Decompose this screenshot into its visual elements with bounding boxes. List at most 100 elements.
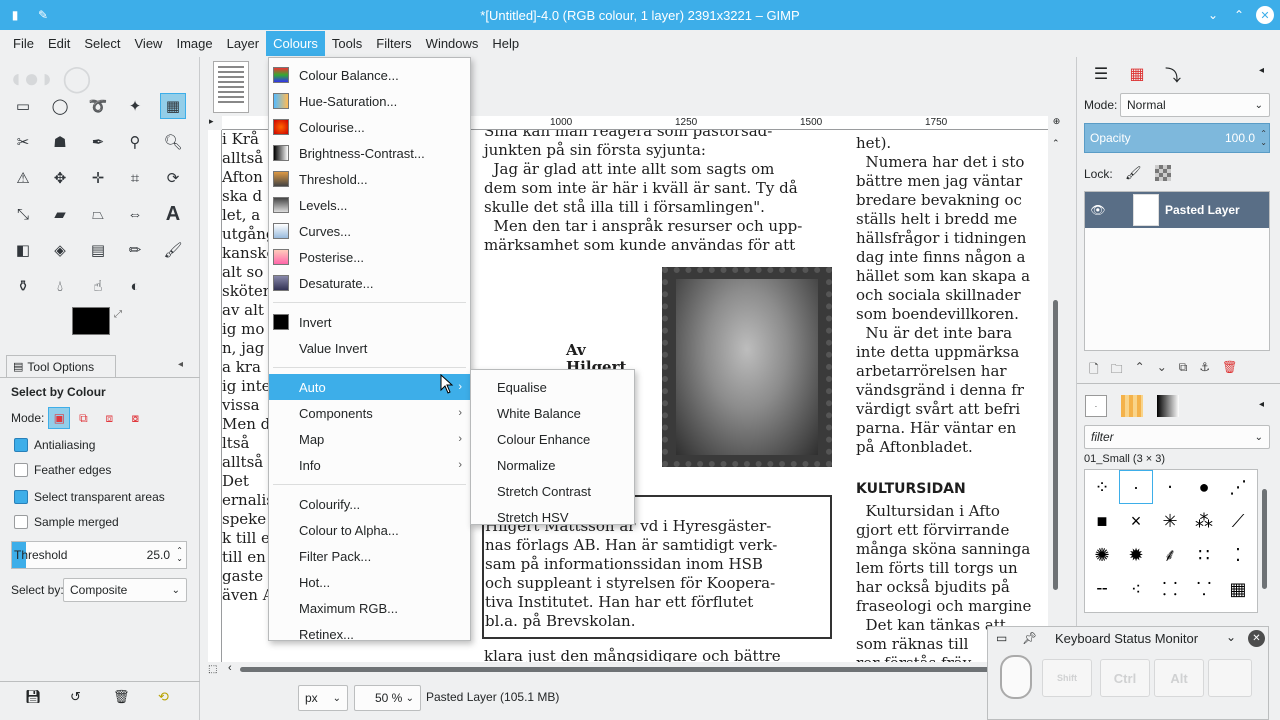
brush-18-icon[interactable]: ⸬ <box>1153 572 1187 606</box>
brush-2-icon[interactable]: · <box>1119 470 1153 504</box>
menu-item-levels[interactable]: Levels... <box>269 192 470 218</box>
paths-tab-icon[interactable]: ⤵ <box>1157 61 1189 87</box>
ellipse-select-icon[interactable]: ◯ <box>47 93 73 119</box>
brush-6-icon[interactable]: ■ <box>1085 504 1119 538</box>
mode-intersect-icon[interactable]: ⧇ <box>122 411 148 426</box>
brush-15-icon[interactable]: ⁚ <box>1221 538 1255 572</box>
smudge-icon[interactable]: ☝ <box>85 273 111 299</box>
menu-tools[interactable]: Tools <box>325 31 369 56</box>
new-layer-icon[interactable]: 🗋 <box>1089 360 1099 381</box>
visibility-eye-icon[interactable]: 👁︎ <box>1085 203 1111 217</box>
brush-9-icon[interactable]: ⁂ <box>1187 504 1221 538</box>
pencil-icon[interactable]: ✏ <box>122 237 148 263</box>
brush-8-icon[interactable]: ✳ <box>1153 504 1187 538</box>
brush-scrollbar[interactable] <box>1259 469 1271 613</box>
brush-3-icon[interactable]: ⋅ <box>1153 470 1187 504</box>
reset-options-icon[interactable]: ⟲ <box>158 689 169 705</box>
transparent-checkbox[interactable] <box>14 490 28 504</box>
brush-17-icon[interactable]: ⁖ <box>1119 572 1153 606</box>
mode-subtract-icon[interactable]: ⧈ <box>96 411 122 426</box>
raise-layer-icon[interactable]: ⌃ <box>1135 360 1145 381</box>
dodge-burn-icon[interactable]: ◐ <box>122 273 148 299</box>
save-options-icon[interactable]: 💾︎ <box>25 689 42 705</box>
menu-item-brightness-contrast[interactable]: Brightness-Contrast... <box>269 140 470 166</box>
sample-merged-option[interactable]: Sample merged <box>14 515 119 529</box>
scale-icon[interactable]: ⤡ <box>10 201 36 227</box>
foreground-colour[interactable] <box>72 307 110 335</box>
menu-item-normalize[interactable]: Normalize <box>471 452 634 478</box>
menu-help[interactable]: Help <box>485 31 526 56</box>
lasso-icon[interactable]: ➰ <box>85 93 111 119</box>
select-by-combo[interactable]: Composite ⌄ <box>63 578 187 602</box>
menu-item-hot[interactable]: Hot... <box>269 569 470 595</box>
close-icon[interactable]: ✕ <box>1256 6 1274 24</box>
app-icon[interactable]: ▮ <box>6 6 24 24</box>
brush-12-icon[interactable]: ✹ <box>1119 538 1153 572</box>
menu-item-filter-pack[interactable]: Filter Pack... <box>269 543 470 569</box>
brush-13-icon[interactable]: ⸙ <box>1153 538 1187 572</box>
brush-7-icon[interactable]: × <box>1119 504 1153 538</box>
menu-item-stretch-hsv[interactable]: Stretch HSV <box>471 504 634 530</box>
close-icon[interactable]: ✕ <box>1248 630 1265 647</box>
menu-item-info[interactable]: Info › <box>269 452 470 478</box>
threshold-slider[interactable]: Threshold 25.0 ⌃ ⌄ <box>11 541 187 569</box>
brush-scrollbar-thumb[interactable] <box>1262 489 1267 589</box>
paintbrush-icon[interactable]: 🖌︎ <box>160 237 186 263</box>
menu-item-colour-enhance[interactable]: Colour Enhance <box>471 426 634 452</box>
paths-icon[interactable]: ✒ <box>85 129 111 155</box>
brush-19-icon[interactable]: ⸪ <box>1187 572 1221 606</box>
measure-icon[interactable]: ⚠ <box>10 165 36 191</box>
menu-item-maximum-rgb[interactable]: Maximum RGB... <box>269 595 470 621</box>
mode-add-icon[interactable]: ⧉ <box>70 411 96 426</box>
brush-filter-combo[interactable]: filter ⌄ <box>1084 425 1270 449</box>
delete-layer-icon[interactable]: 🗑︎ <box>1222 360 1237 381</box>
fuzzy-select-icon[interactable]: ✦ <box>122 93 148 119</box>
brush-11-icon[interactable]: ✺ <box>1085 538 1119 572</box>
zoom-follow-icon[interactable]: ⊕ <box>1049 116 1064 130</box>
ruler-corner-icon[interactable]: ▸ <box>209 116 214 127</box>
menu-item-stretch-contrast[interactable]: Stretch Contrast <box>471 478 634 504</box>
menu-view[interactable]: View <box>128 31 170 56</box>
brush-4-icon[interactable]: ● <box>1187 470 1221 504</box>
gradients-tab-icon[interactable] <box>1157 395 1179 417</box>
scroll-up-icon[interactable]: ⌃ <box>1052 138 1060 149</box>
foreground-select-icon[interactable]: ☗ <box>47 129 73 155</box>
brush-14-icon[interactable]: ∷ <box>1187 538 1221 572</box>
rotate-icon[interactable]: ⟳ <box>160 165 186 191</box>
menu-layer[interactable]: Layer <box>220 31 267 56</box>
pin-icon[interactable]: 📌︎ <box>1022 631 1037 645</box>
menu-windows[interactable]: Windows <box>419 31 486 56</box>
delete-options-icon[interactable]: 🗑︎ <box>113 689 130 705</box>
perspective-icon[interactable]: ⏢ <box>85 201 111 227</box>
layer-row[interactable]: 👁︎ Pasted Layer <box>1085 192 1269 228</box>
transparent-option[interactable]: Select transparent areas <box>14 490 165 504</box>
menu-file[interactable]: File <box>6 31 41 56</box>
brush-1-icon[interactable]: ⁘ <box>1085 470 1119 504</box>
layer-mode-combo[interactable]: Normal ⌄ <box>1120 93 1270 117</box>
zoom-combo[interactable]: 50 % ⌄ <box>354 685 421 711</box>
panel-menu-icon[interactable]: ◂ <box>178 359 183 370</box>
spin-arrows-icon[interactable]: ⌃ ⌄ <box>176 547 183 563</box>
vertical-scrollbar[interactable]: ⌃ <box>1048 130 1063 662</box>
brushes-tab-icon[interactable]: · <box>1085 395 1107 417</box>
navigate-icon[interactable]: ⬚ <box>208 664 217 675</box>
shear-icon[interactable]: ▰ <box>47 201 73 227</box>
tool-options-tab[interactable]: ▤ Tool Options <box>6 355 116 377</box>
spin-arrows-icon[interactable]: ⌃ ⌄ <box>1260 129 1267 147</box>
layers-tab-icon[interactable]: ☰ <box>1085 61 1117 87</box>
lock-alpha-icon[interactable] <box>1155 165 1171 181</box>
crop-icon[interactable]: ⌗ <box>122 165 148 191</box>
chevron-down-icon[interactable]: ⌄ <box>1226 630 1236 644</box>
colour-picker-icon[interactable]: ⚲ <box>122 129 148 155</box>
panel-menu-icon[interactable]: ◂ <box>1259 65 1264 76</box>
sample-merged-checkbox[interactable] <box>14 515 28 529</box>
feather-checkbox[interactable] <box>14 463 28 477</box>
h-scrollbar-thumb[interactable] <box>240 667 1020 672</box>
menu-item-threshold[interactable]: Threshold... <box>269 166 470 192</box>
antialiasing-checkbox[interactable] <box>14 438 28 452</box>
rect-select-icon[interactable]: ▭ <box>10 93 36 119</box>
menu-item-colourify[interactable]: Colourify... <box>269 491 470 517</box>
select-by-colour-icon[interactable]: ▦ <box>160 93 186 119</box>
text-tool-icon[interactable]: A <box>160 201 186 227</box>
clone-icon[interactable]: ⚱ <box>10 273 36 299</box>
